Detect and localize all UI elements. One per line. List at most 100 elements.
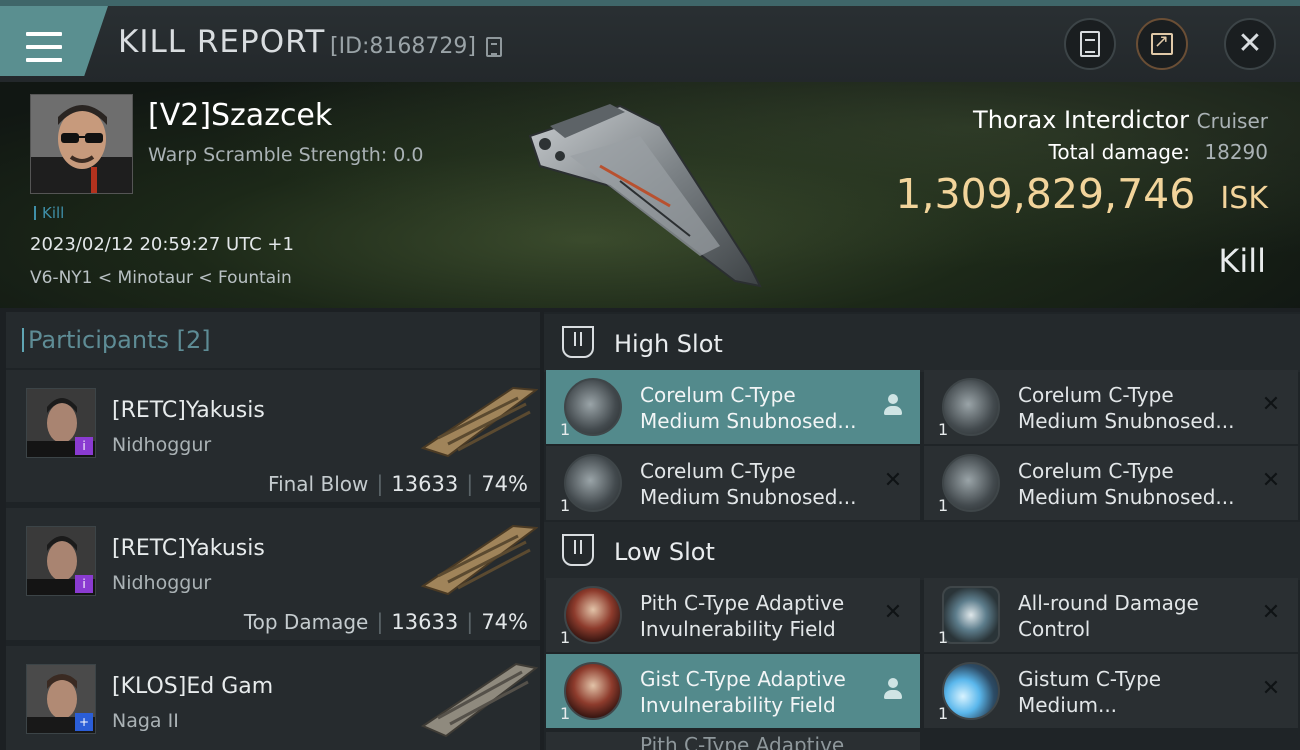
victim-ship-image	[528, 104, 762, 288]
total-damage-label: Total damage:	[1048, 140, 1191, 164]
participant-stats: Final Blow | 13633 | 74%	[268, 472, 528, 496]
participant-damage: 13633	[391, 472, 459, 496]
low-slot-header: Low Slot	[544, 522, 1300, 580]
victim-avatar[interactable]	[30, 94, 133, 194]
participant-name[interactable]: [RETC]Yakusis	[112, 536, 265, 561]
shield-module-icon	[564, 586, 622, 644]
high-slot-title: High Slot	[614, 330, 723, 358]
destroyed-icon: ✕	[1261, 600, 1281, 625]
destroyed-icon: ✕	[1261, 392, 1281, 417]
participant-stats: Top Damage | 13633 | 74%	[243, 610, 528, 634]
shield-booster-icon	[942, 662, 1000, 720]
kill-result: Kill	[1218, 242, 1266, 280]
participant-ship: Nidhoggur	[112, 572, 212, 594]
menu-icon[interactable]	[26, 32, 62, 62]
report-id: [ID:8168729]	[330, 34, 476, 59]
fitted-item[interactable]: 1 Corelum C-Type Medium Snubnosed... ✕	[924, 370, 1298, 444]
isk-unit: ISK	[1220, 181, 1268, 216]
participants-label: Participants	[28, 326, 169, 354]
item-name: Pith C-Type Adaptive	[640, 733, 845, 750]
participant-name[interactable]: [KLOS]Ed Gam	[112, 674, 273, 699]
item-quantity: 1	[560, 496, 571, 515]
participants-title: Participants [2]	[22, 326, 211, 354]
victim-ship-name[interactable]: Thorax Interdictor Cruiser	[973, 106, 1268, 134]
pilot-icon	[884, 394, 902, 416]
participant-damage: 13633	[391, 610, 459, 634]
participant-avatar[interactable]: i	[26, 526, 96, 596]
clipboard-button[interactable]	[1064, 18, 1116, 70]
fitted-item[interactable]: 1 Corelum C-Type Medium Snubnosed...	[546, 370, 920, 444]
weapon-icon	[564, 378, 622, 436]
destroyed-icon: ✕	[1261, 676, 1281, 701]
close-button[interactable]: ✕	[1224, 18, 1276, 70]
high-slot-icon	[562, 326, 594, 358]
participant-row[interactable]: i [RETC]Yakusis Nidhoggur Final Blow | 136…	[6, 370, 540, 502]
low-slot-title: Low Slot	[614, 538, 715, 566]
fitted-item-partial[interactable]: Pith C-Type Adaptive	[546, 732, 920, 750]
clipboard-icon	[1080, 31, 1100, 57]
destroyed-icon: ✕	[1261, 468, 1281, 493]
kill-tag: Kill	[34, 204, 64, 222]
participant-ship-image	[420, 524, 538, 596]
participant-percent: 74%	[481, 610, 528, 634]
top-accent-line	[0, 0, 1300, 6]
fitted-item[interactable]: 1 Pith C-Type Adaptive Invulnerability F…	[546, 578, 920, 652]
total-damage-value: 18290	[1204, 140, 1268, 164]
weapon-icon	[942, 378, 1000, 436]
weapon-icon	[564, 454, 622, 512]
participant-avatar[interactable]: i	[26, 388, 96, 458]
item-quantity: 1	[938, 496, 949, 515]
participant-ship-image	[420, 386, 538, 458]
share-icon	[1151, 31, 1173, 55]
participants-count: [2]	[176, 326, 211, 354]
participant-badge: i	[75, 575, 93, 593]
item-quantity: 1	[560, 628, 571, 647]
participant-badge: +	[75, 713, 93, 731]
fitted-item[interactable]: 1 Gistum C-Type Medium... ✕	[924, 654, 1298, 728]
ship-class: Cruiser	[1196, 109, 1268, 133]
kill-datetime: 2023/02/12 20:59:27 UTC +1	[30, 234, 294, 255]
fitted-item[interactable]: 1 Corelum C-Type Medium Snubnosed... ✕	[924, 446, 1298, 520]
participant-row[interactable]: + [KLOS]Ed Gam Naga II	[6, 646, 540, 750]
participant-badge: i	[75, 437, 93, 455]
isk-amount: 1,309,829,746	[895, 170, 1196, 218]
ship-type: Thorax Interdictor	[973, 106, 1189, 134]
warp-scramble-strength: Warp Scramble Strength: 0.0	[148, 144, 424, 166]
participant-percent: 74%	[481, 472, 528, 496]
participant-ship: Nidhoggur	[112, 434, 212, 456]
participant-avatar[interactable]: +	[26, 664, 96, 734]
item-name: Gist C-Type Adaptive Invulnerability Fie…	[640, 667, 846, 717]
kill-location[interactable]: V6-NY1 < Minotaur < Fountain	[30, 268, 292, 288]
menu-button[interactable]	[0, 6, 108, 76]
victim-hero: [V2]Szazcek Warp Scramble Strength: 0.0 …	[0, 82, 1300, 308]
item-name: All-round Damage Control	[1018, 591, 1199, 641]
high-slot-header: High Slot	[544, 314, 1300, 372]
participant-ship: Naga II	[112, 710, 179, 732]
destroyed-icon: ✕	[883, 600, 903, 625]
weapon-icon	[942, 454, 1000, 512]
item-name: Corelum C-Type Medium Snubnosed...	[1018, 383, 1235, 433]
fitting-panel: High Slot 1 Corelum C-Type Medium Snubno…	[544, 312, 1300, 750]
item-name: Gistum C-Type Medium...	[1018, 667, 1162, 717]
isk-value: 1,309,829,746 ISK	[895, 170, 1268, 218]
participant-row[interactable]: i [RETC]Yakusis Nidhoggur Top Damage | 136…	[6, 508, 540, 640]
copy-icon[interactable]	[486, 37, 502, 57]
pilot-icon	[884, 678, 902, 700]
destroyed-icon: ✕	[883, 468, 903, 493]
participants-header: Participants [2]	[6, 312, 540, 368]
item-name: Corelum C-Type Medium Snubnosed...	[640, 383, 857, 433]
item-quantity: 1	[938, 420, 949, 439]
fitted-item[interactable]: 1 All-round Damage Control ✕	[924, 578, 1298, 652]
kill-report-window: KILL REPORT [ID:8168729] ✕	[0, 0, 1300, 750]
share-button[interactable]	[1136, 18, 1188, 70]
fitted-item[interactable]: 1 Corelum C-Type Medium Snubnosed... ✕	[546, 446, 920, 520]
top-bar: KILL REPORT [ID:8168729] ✕	[0, 0, 1300, 82]
total-damage: Total damage: 18290	[1049, 140, 1268, 164]
participant-stat-label: Final Blow	[268, 472, 369, 496]
fitted-item[interactable]: 1 Gist C-Type Adaptive Invulnerability F…	[546, 654, 920, 728]
participant-name[interactable]: [RETC]Yakusis	[112, 398, 265, 423]
participants-panel: Participants [2] i [RETC]Yakusis Nidhogg…	[6, 312, 540, 750]
low-slot-icon	[562, 534, 594, 566]
item-quantity: 1	[560, 704, 571, 723]
victim-name[interactable]: [V2]Szazcek	[148, 98, 332, 133]
